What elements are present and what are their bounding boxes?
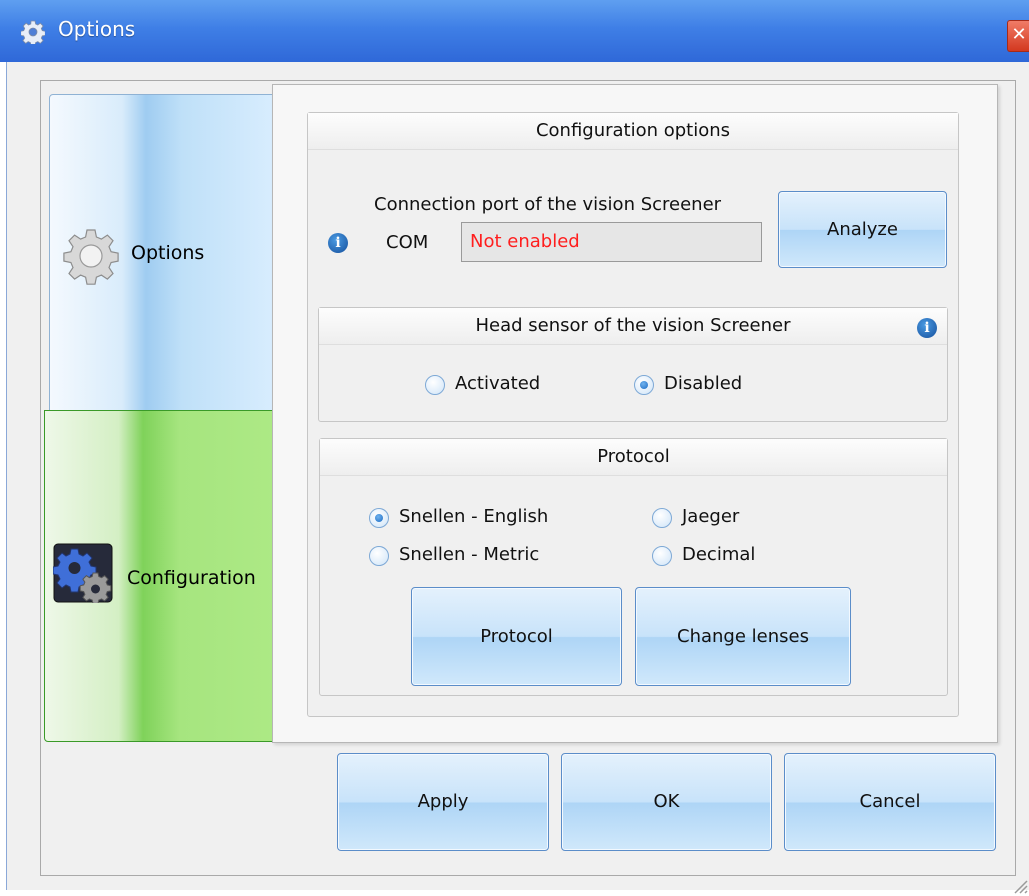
window-title: Options <box>58 17 136 41</box>
close-button[interactable]: ✕ <box>1007 20 1029 52</box>
title-bar[interactable]: Options ✕ <box>0 0 1029 62</box>
radio-snellen-metric[interactable] <box>369 546 389 566</box>
configuration-options-title: Configuration options <box>308 113 958 150</box>
radio-label-disabled[interactable]: Disabled <box>664 373 742 394</box>
gear-icon <box>21 20 45 44</box>
change-lenses-button[interactable]: Change lenses <box>635 587 851 686</box>
connection-port-label: Connection port of the vision Screener <box>374 194 722 215</box>
configuration-icon <box>53 543 113 603</box>
resize-grip-icon[interactable] <box>1010 876 1028 894</box>
nav-label-configuration: Configuration <box>127 567 256 589</box>
radio-label-snellen-metric[interactable]: Snellen - Metric <box>399 544 539 565</box>
nav-item-configuration[interactable]: Configuration <box>44 410 291 742</box>
ok-button[interactable]: OK <box>561 753 772 851</box>
radio-activated[interactable] <box>425 375 445 395</box>
info-icon[interactable]: i <box>328 233 348 253</box>
protocol-button[interactable]: Protocol <box>411 587 622 686</box>
com-port-field[interactable]: Not enabled <box>461 222 762 262</box>
radio-label-activated[interactable]: Activated <box>455 373 540 394</box>
radio-label-decimal[interactable]: Decimal <box>682 544 755 565</box>
gear-icon <box>63 229 119 285</box>
head-sensor-group: Head sensor of the vision Screener <box>318 307 948 422</box>
cancel-button[interactable]: Cancel <box>784 753 996 851</box>
analyze-button[interactable]: Analyze <box>778 191 947 268</box>
info-icon[interactable]: i <box>917 318 937 338</box>
apply-button[interactable]: Apply <box>337 753 549 851</box>
radio-snellen-english[interactable] <box>369 508 389 528</box>
radio-disabled[interactable] <box>634 375 654 395</box>
nav-label-options: Options <box>131 242 205 264</box>
nav-item-options[interactable]: Options <box>49 94 291 412</box>
radio-label-jaeger[interactable]: Jaeger <box>682 506 739 527</box>
radio-decimal[interactable] <box>652 546 672 566</box>
radio-jaeger[interactable] <box>652 508 672 528</box>
head-sensor-title: Head sensor of the vision Screener <box>319 308 947 345</box>
com-label: COM <box>386 232 429 253</box>
protocol-title: Protocol <box>320 439 947 476</box>
radio-label-snellen-english[interactable]: Snellen - English <box>399 506 548 527</box>
